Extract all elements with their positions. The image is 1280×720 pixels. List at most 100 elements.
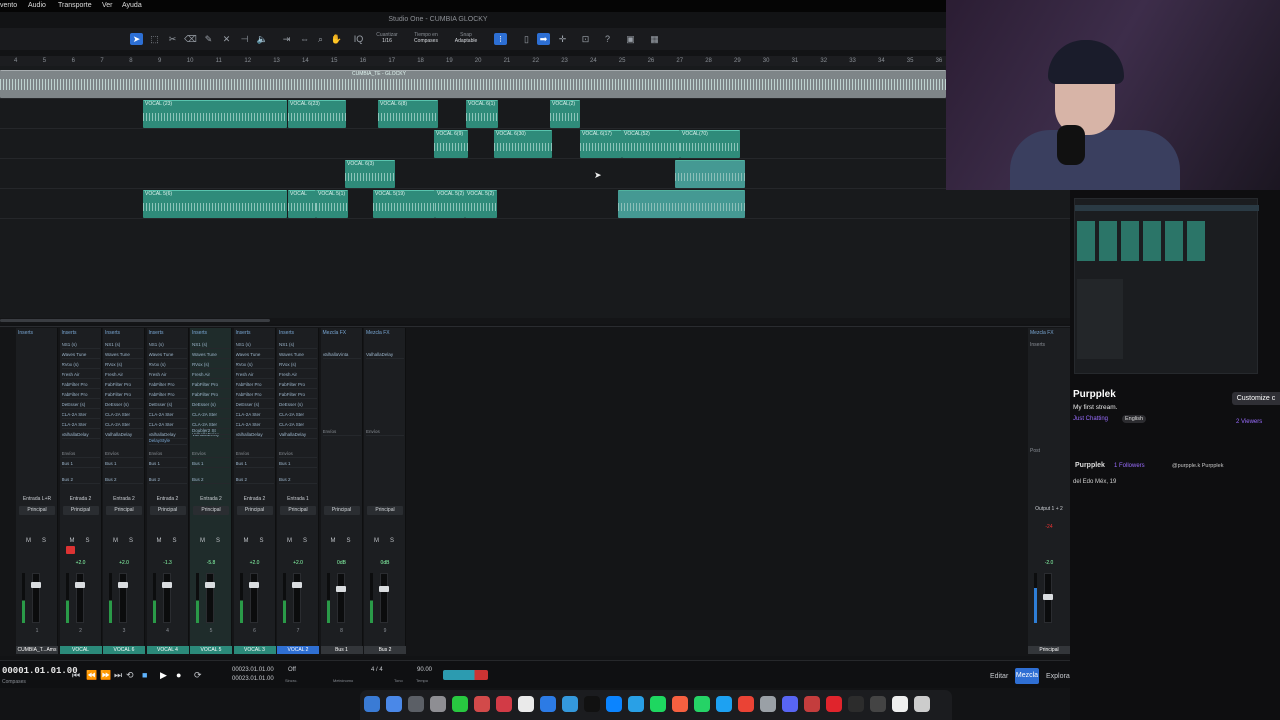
loop-select-icon[interactable]: ⊡ (579, 33, 592, 45)
timecode-display[interactable]: 00001.01.01.00 (2, 666, 78, 676)
fader-knob[interactable] (379, 586, 389, 592)
volume-fader[interactable] (205, 573, 215, 623)
audio-clip[interactable]: VOCAL 5(1) (316, 190, 348, 218)
insert-slot[interactable]: Waves Tune (105, 350, 143, 359)
autoscroll-icon[interactable]: ▯ (520, 33, 533, 45)
insert-slot[interactable]: CLA-2A Ster (279, 420, 317, 429)
send-slot[interactable]: Bus 2 (148, 476, 187, 484)
volume-fader[interactable] (74, 573, 85, 623)
insert-slot[interactable]: NS1 (s) (235, 340, 274, 349)
volume-fader[interactable] (161, 573, 172, 623)
output-select[interactable]: Principal (106, 506, 142, 515)
mute-button[interactable]: M (331, 538, 336, 544)
insert-slot[interactable]: NS1 (s) (279, 340, 317, 349)
dock-app-icon[interactable] (694, 696, 710, 712)
crosshair-icon[interactable]: ✛ (556, 33, 569, 45)
fader-knob[interactable] (205, 582, 215, 588)
volume-readout[interactable]: -1.3 (147, 560, 189, 566)
channel-name[interactable]: Principal (1028, 646, 1070, 654)
record-icon[interactable]: ● (176, 670, 181, 680)
audio-clip[interactable]: VOCAL 6(9) (434, 130, 468, 158)
insert-slot[interactable]: FabFilter Pro (235, 380, 274, 389)
audio-clip[interactable]: VOCAL(70) (680, 130, 740, 158)
menu-item-transporte[interactable]: Transporte (58, 2, 92, 9)
insert-slot[interactable]: FabFilter Pro (105, 380, 143, 389)
insert-slot[interactable]: FabFilter Pro (105, 390, 143, 399)
dock-app-icon[interactable] (408, 696, 424, 712)
channel-name[interactable]: Bus 1 (320, 646, 363, 654)
mixer-channel[interactable]: Inserts NS1 (s) Waves Tune RVox (s) Fresh Ai… (146, 328, 189, 654)
listen-tool-icon[interactable]: 🔈 (256, 33, 269, 45)
hand-tool-icon[interactable]: ✋ (330, 33, 343, 45)
insert-slot[interactable]: FabFilter Pro (61, 390, 100, 399)
insert-slot[interactable]: CLA-2A Ster (148, 410, 187, 419)
dock-app-icon[interactable] (452, 696, 468, 712)
insert-slot[interactable]: CLA-2A Ster (235, 410, 274, 419)
volume-readout[interactable]: +2.0 (103, 560, 145, 566)
insert-slot[interactable]: DelayStyle (148, 436, 187, 445)
insert-slot[interactable]: Doubler2 St (192, 426, 230, 435)
audio-clip[interactable]: VOCAL(52) (622, 130, 680, 158)
send-slot[interactable]: Bus 2 (235, 476, 274, 484)
channel-name[interactable]: VOCAL 3 (233, 646, 276, 654)
audio-clip[interactable]: VOCAL 6(17) (580, 130, 622, 158)
click-state[interactable]: Off (288, 667, 296, 673)
insert-slot[interactable]: Waves Tune (148, 350, 187, 359)
quantize-control[interactable]: Cuantizar 1/16 (370, 32, 404, 44)
mixer-channel[interactable]: Inserts NS1 (s) Waves Tune RVox (s) Fresh Ai… (233, 328, 276, 654)
timeline-ruler[interactable]: 4 5 6 7 8 9 10 11 12 13 14 15 16 17 18 19 20 21 22 23 24 25 26… (0, 56, 946, 66)
insert-slot[interactable]: Waves Tune (192, 350, 230, 359)
mute-button[interactable]: M (200, 538, 205, 544)
snap-control[interactable]: Snap Adaptable (448, 32, 484, 44)
insert-slot[interactable]: Waves Tune (61, 350, 100, 359)
send-slot[interactable]: Bus 1 (192, 460, 230, 468)
send-slot[interactable]: Bus 1 (61, 460, 100, 468)
insert-slot[interactable]: FabFilter Pro (148, 380, 187, 389)
volume-fader[interactable] (118, 573, 128, 623)
solo-button[interactable]: S (347, 538, 351, 544)
insert-slot[interactable]: CLA-2A Ster (279, 410, 317, 419)
loop-icon[interactable]: ⟲ (126, 670, 134, 681)
rewind-start-icon[interactable]: ⏮ (72, 670, 80, 681)
customize-button[interactable]: Customize c (1232, 392, 1280, 405)
output-select[interactable]: Principal (236, 506, 273, 515)
audio-clip-selected[interactable] (675, 160, 745, 188)
input-select[interactable]: Entrada 2 (234, 496, 276, 502)
fader-knob[interactable] (118, 582, 128, 588)
insert-slot[interactable]: RVox (s) (192, 360, 230, 369)
timecode-format[interactable]: Compases (2, 679, 26, 685)
input-select[interactable]: Entrada 2 (103, 496, 145, 502)
insert-slot[interactable]: FabFilter Pro (192, 380, 230, 389)
audio-clip[interactable]: VOCAL 5(2) (435, 190, 465, 218)
mute-button[interactable]: M (113, 538, 118, 544)
dock-app-icon[interactable] (892, 696, 908, 712)
help-icon[interactable]: ? (601, 33, 614, 45)
insert-slot[interactable]: FabFilter Pro (279, 380, 317, 389)
range-tool-icon[interactable]: ⬚ (148, 33, 161, 45)
output-select[interactable]: Output 1 + 2 (1028, 506, 1070, 512)
audio-clip[interactable]: VOCAL(2) (550, 100, 580, 128)
channel-name[interactable]: Bus 2 (364, 646, 406, 654)
insert-slot[interactable]: Fresh Air (105, 370, 143, 379)
insert-slot[interactable]: Fresh Air (235, 370, 274, 379)
quantize-icon[interactable]: IQ (352, 33, 365, 45)
insert-slot[interactable]: CLA-2A Ster (61, 420, 100, 429)
inspector-icon[interactable]: ▣ (624, 33, 637, 45)
volume-readout[interactable]: -2.0 (1028, 560, 1070, 566)
audio-clip[interactable]: VOCAL 6(3) (345, 160, 395, 188)
stream-preview[interactable] (1074, 198, 1259, 374)
dock-app-icon[interactable] (540, 696, 556, 712)
volume-fader[interactable] (248, 573, 259, 623)
insert-slot[interactable]: Fresh Air (279, 370, 317, 379)
audio-clip[interactable]: VOCAL 6(1) (466, 100, 498, 128)
input-select[interactable]: Entrada 2 (147, 496, 189, 502)
fader-knob[interactable] (292, 582, 302, 588)
solo-button[interactable]: S (260, 538, 264, 544)
fader-knob[interactable] (335, 586, 346, 592)
insert-slot[interactable]: RVox (s) (61, 360, 100, 369)
output-select[interactable]: Principal (193, 506, 229, 515)
insert-slot[interactable]: DeEsser (s) (192, 400, 230, 409)
insert-slot[interactable]: RVox (s) (279, 360, 317, 369)
audio-clip[interactable]: VOCAL 6(8) (378, 100, 438, 128)
paint-tool-icon[interactable]: ✎ (202, 33, 215, 45)
